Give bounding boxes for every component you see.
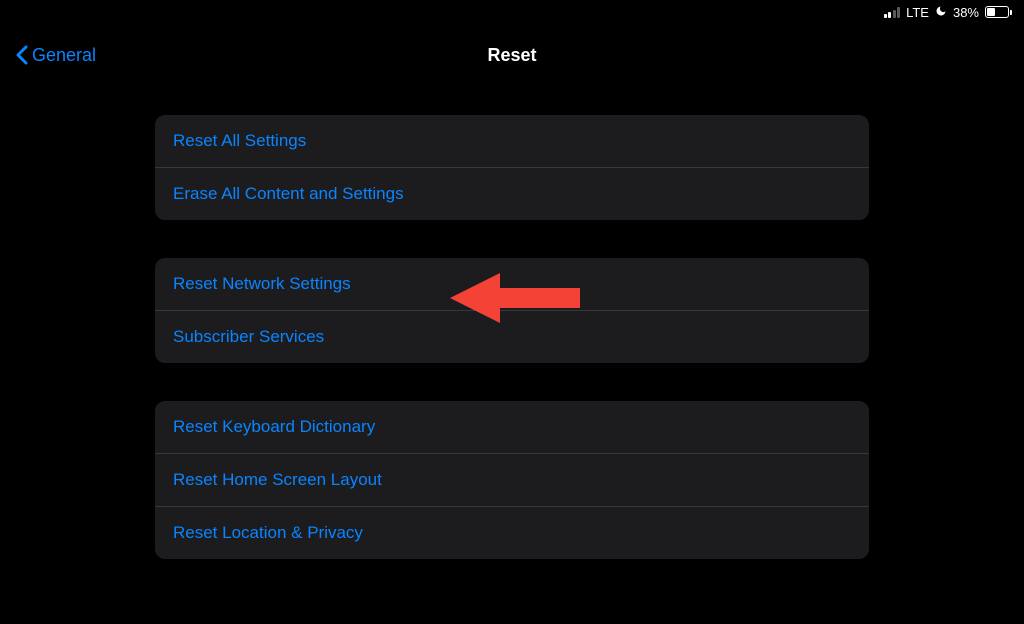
settings-group: Reset All Settings Erase All Content and … [155,115,869,220]
reset-all-settings[interactable]: Reset All Settings [155,115,869,167]
reset-keyboard-dictionary[interactable]: Reset Keyboard Dictionary [155,401,869,453]
battery-icon [985,6,1012,18]
page-title: Reset [487,45,536,66]
subscriber-services[interactable]: Subscriber Services [155,310,869,363]
row-label: Reset Keyboard Dictionary [173,417,375,436]
reset-location-privacy[interactable]: Reset Location & Privacy [155,506,869,559]
battery-percent-label: 38% [953,5,979,20]
status-bar: LTE 38% [0,0,1024,24]
erase-all-content[interactable]: Erase All Content and Settings [155,167,869,220]
row-label: Reset Location & Privacy [173,523,363,542]
back-label: General [32,45,96,66]
row-label: Reset Network Settings [173,274,351,293]
settings-group: Reset Keyboard Dictionary Reset Home Scre… [155,401,869,559]
row-label: Reset All Settings [173,131,306,150]
settings-group: Reset Network Settings Subscriber Service… [155,258,869,363]
do-not-disturb-icon [935,5,947,19]
row-label: Reset Home Screen Layout [173,470,382,489]
row-label: Subscriber Services [173,327,324,346]
carrier-label: LTE [906,5,929,20]
navigation-bar: General Reset [0,30,1024,80]
back-button[interactable]: General [16,45,96,66]
content-area: Reset All Settings Erase All Content and … [155,115,869,597]
row-label: Erase All Content and Settings [173,184,404,203]
signal-strength-icon [884,7,901,18]
reset-network-settings[interactable]: Reset Network Settings [155,258,869,310]
reset-home-screen-layout[interactable]: Reset Home Screen Layout [155,453,869,506]
chevron-left-icon [16,45,28,65]
